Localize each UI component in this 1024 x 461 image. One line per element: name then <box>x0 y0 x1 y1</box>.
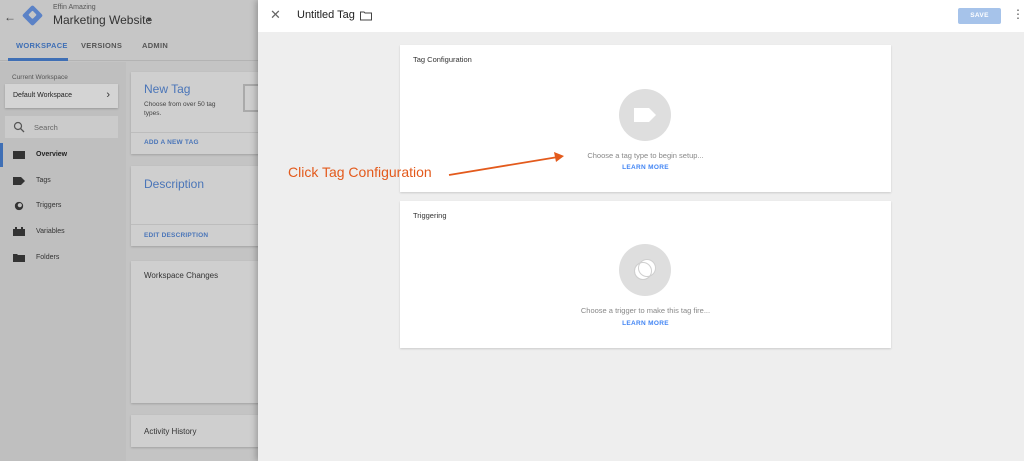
panel-title[interactable]: Untitled Tag <box>297 9 355 21</box>
sidebar-item-label: Overview <box>36 151 68 158</box>
more-vert-icon[interactable]: ⋮ <box>1012 7 1024 21</box>
activity-history-title: Activity History <box>144 427 197 436</box>
gtm-background-app: ← Effin Amazing Marketing Website ▾ WORK… <box>0 0 258 461</box>
workspace-selector[interactable]: Default Workspace › <box>5 84 118 108</box>
sidebar-item-folders[interactable]: Folders <box>0 246 126 270</box>
tag-type-picker[interactable] <box>619 89 671 141</box>
tab-workspace[interactable]: WORKSPACE <box>16 41 68 50</box>
workspace-value: Default Workspace <box>13 92 73 99</box>
tag-icon <box>634 108 656 122</box>
variable-icon <box>13 227 25 236</box>
tag-illustration-icon <box>243 84 258 112</box>
folder-icon[interactable] <box>360 11 372 21</box>
sidebar-item-triggers[interactable]: Triggers <box>0 194 126 218</box>
divider <box>131 132 258 133</box>
search-placeholder: Search <box>34 123 58 132</box>
add-new-tag-link[interactable]: ADD A NEW TAG <box>144 139 199 146</box>
triggering-title: Triggering <box>413 211 447 220</box>
triggering-card[interactable]: Triggering Choose a trigger to make this… <box>400 201 891 348</box>
annotation-arrow-icon <box>448 152 564 176</box>
edit-description-link[interactable]: EDIT DESCRIPTION <box>144 232 208 239</box>
back-arrow-icon[interactable]: ← <box>4 10 16 24</box>
learn-more-link[interactable]: LEARN MORE <box>400 320 891 327</box>
new-tag-card[interactable]: New Tag Choose from over 50 tag types. A… <box>131 72 258 154</box>
save-button[interactable]: SAVE <box>958 8 1001 24</box>
tab-versions[interactable]: VERSIONS <box>81 41 122 50</box>
panel-header: ✕ Untitled Tag SAVE ⋮ <box>258 0 1024 32</box>
new-tag-title: New Tag <box>144 82 191 96</box>
tag-configuration-title: Tag Configuration <box>413 55 472 64</box>
active-tab-indicator <box>8 58 68 61</box>
sidebar-item-label: Triggers <box>36 202 62 209</box>
folder-icon <box>13 254 25 262</box>
sidebar-item-variables[interactable]: Variables <box>0 220 126 244</box>
chevron-right-icon: › <box>106 89 110 101</box>
sidebar-item-label: Tags <box>36 177 51 184</box>
activity-history-card[interactable]: Activity History <box>131 415 258 447</box>
caret-down-icon[interactable]: ▾ <box>147 15 151 24</box>
trigger-icon <box>14 201 24 211</box>
tag-icon <box>13 177 25 185</box>
triggering-hint: Choose a trigger to make this tag fire..… <box>580 306 711 315</box>
search-input[interactable]: Search <box>5 116 118 138</box>
trigger-picker[interactable] <box>619 244 671 296</box>
workspace-changes-title: Workspace Changes <box>144 271 219 280</box>
top-bar: ← Effin Amazing Marketing Website ▾ <box>0 0 258 33</box>
sidebar-item-tags[interactable]: Tags <box>0 169 126 193</box>
sidebar-item-label: Variables <box>36 228 65 235</box>
workspace-label: Current Workspace <box>12 74 68 81</box>
overview-icon <box>13 151 25 159</box>
workspace-changes-card: Workspace Changes <box>131 261 258 403</box>
container-name[interactable]: Marketing Website <box>53 13 152 27</box>
trigger-icon <box>634 259 656 280</box>
gtm-logo-icon <box>21 4 44 27</box>
close-icon[interactable]: ✕ <box>270 7 281 23</box>
annotation-label: Click Tag Configuration <box>288 164 432 180</box>
description-title: Description <box>144 177 205 191</box>
new-tag-description: Choose from over 50 tag types. <box>144 101 216 117</box>
tag-editor-panel: ✕ Untitled Tag SAVE ⋮ Tag Configuration … <box>258 0 1024 461</box>
search-icon <box>13 121 25 133</box>
sidebar-item-overview[interactable]: Overview <box>0 143 126 167</box>
sidebar-item-label: Folders <box>36 254 60 261</box>
overview-cards: New Tag Choose from over 50 tag types. A… <box>126 62 258 461</box>
nav-tabs: WORKSPACE VERSIONS ADMIN <box>0 33 258 61</box>
description-card: Description EDIT DESCRIPTION <box>131 166 258 246</box>
divider <box>131 224 258 225</box>
tab-admin[interactable]: ADMIN <box>142 41 168 50</box>
sidebar: Current Workspace Default Workspace › Se… <box>0 62 126 461</box>
account-name: Effin Amazing <box>53 4 96 11</box>
